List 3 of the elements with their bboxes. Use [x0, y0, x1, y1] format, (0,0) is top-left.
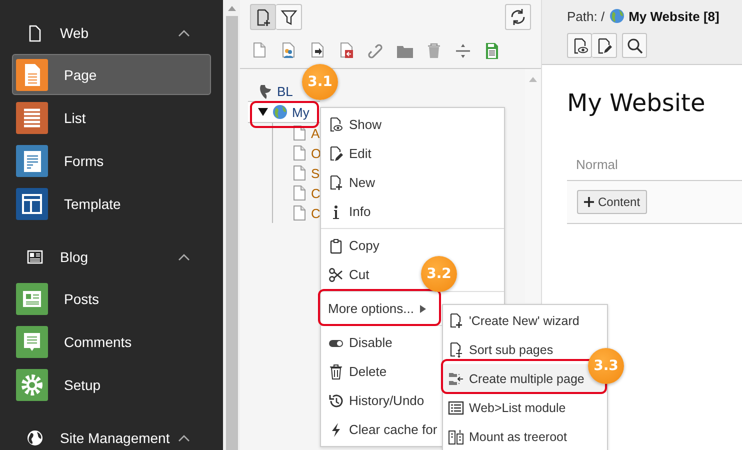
page-heading: My Website [567, 89, 706, 117]
page-title: My Website [8] [628, 8, 720, 24]
path-label: Path: / [567, 8, 605, 24]
